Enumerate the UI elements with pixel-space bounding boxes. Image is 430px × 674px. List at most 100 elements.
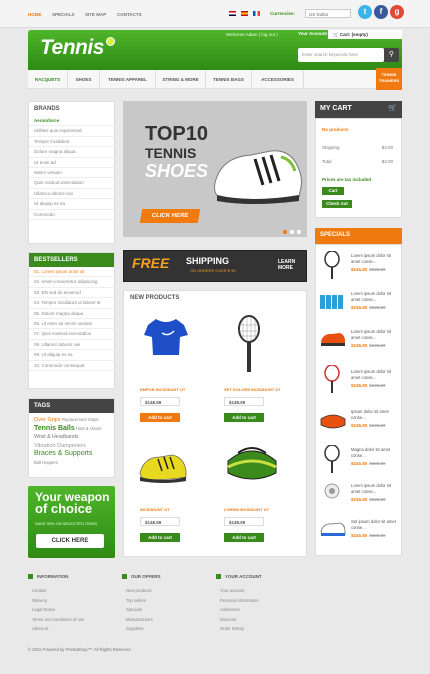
footer-link-offers[interactable]: Specials (126, 607, 142, 612)
special-desc[interactable]: Lorem ipsum dolor sit amet conse... (351, 329, 399, 340)
search-button[interactable]: ⚲ (384, 48, 399, 62)
special-desc[interactable]: Ipsum dolor sit amet conse... (351, 409, 399, 420)
bestseller-item[interactable]: 04. Tempor incididunt ut labore et (29, 298, 114, 309)
header-cart[interactable]: 🛒 Cart: (empty) (328, 30, 402, 39)
special-racquet-image-3[interactable] (322, 445, 342, 473)
brand-item[interactable]: Aeroinforce (29, 116, 114, 127)
bestseller-item[interactable]: 08. Ullamco laboris nisi (29, 340, 114, 351)
footer-link-account[interactable]: Personal information (220, 598, 258, 603)
special-racquet-image-1[interactable] (322, 251, 342, 279)
footer-link-information[interactable]: Legal Notice (32, 607, 55, 612)
product-shirt-image[interactable] (144, 317, 188, 357)
free-shipping-banner[interactable]: FREE SHIPPING ON ORDERS OVER $ 99 LEARN M… (123, 250, 307, 282)
footer-link-account[interactable]: Discount (220, 617, 236, 622)
bestseller-item[interactable]: 06. Ut enim ad minim veniam (29, 319, 114, 330)
footer-link-offers[interactable]: Top sellers (126, 598, 146, 603)
footer-link-information[interactable]: About us (32, 626, 49, 631)
bestseller-item[interactable]: 01. Lorem ipsum dolor sit (29, 267, 114, 278)
special-dampener-image[interactable] (324, 483, 340, 499)
flag-fr-icon[interactable] (253, 11, 260, 16)
slider-click-here-button[interactable]: CLICK HERE (139, 209, 201, 223)
logo[interactable]: Tennis (40, 36, 104, 60)
add-to-cart-button-2[interactable]: Add to cart (224, 413, 264, 422)
facebook-icon[interactable]: f (374, 5, 388, 19)
product-name-1[interactable]: EMPOR INCIDIDUNT UT (140, 387, 185, 392)
tag-wrist-headbands[interactable]: Wrist & Headbands (34, 434, 79, 440)
nav-tennis-bags[interactable]: TENNIS BAGS (206, 70, 252, 89)
brand-item[interactable]: Commodo (29, 210, 114, 220)
special-desc[interactable]: Magna dolor sit amet conse... (351, 447, 399, 458)
special-shoe-image-2[interactable] (320, 521, 346, 537)
add-to-cart-button-4[interactable]: Add to cart (224, 533, 264, 542)
tag-tennis-balls[interactable]: Tennis Balls (34, 425, 75, 432)
product-racquet-image[interactable] (236, 315, 262, 375)
footer-link-offers[interactable]: Suppliers (126, 626, 143, 631)
tag-vibration-dampeners[interactable]: Vibration Dampeners (34, 443, 86, 449)
promo-click-here-button[interactable]: CLICK HERE (36, 534, 104, 548)
weapon-of-choice-banner[interactable]: Your weapon of choice SAVE 30% ON SELECT… (28, 486, 115, 558)
bestseller-item[interactable]: 10. Commodo consequat (29, 361, 114, 371)
slider-dot-1[interactable] (283, 230, 287, 234)
nav-shoes[interactable]: SHOES (68, 70, 100, 89)
footer-link-offers[interactable]: Manufacturers (126, 617, 153, 622)
brand-item[interactable]: Quis nostrud exercitation (29, 178, 114, 189)
top-nav-site-map[interactable]: SITE MAP (85, 12, 106, 17)
top-nav-home[interactable]: HOME (28, 12, 42, 17)
flag-en-icon[interactable] (229, 11, 236, 16)
brand-item[interactable]: Ut aliquip ex ea (29, 199, 114, 210)
nav-tennis-apparel[interactable]: TENNIS APPAREL (100, 70, 156, 89)
tag-braces-supports[interactable]: Braces & Supports (34, 450, 92, 457)
product-name-2[interactable]: SET DOLORE INCIDIDUNT UT (224, 387, 281, 392)
brand-item[interactable]: Utilities quis experiened (29, 126, 114, 137)
special-shoe-image-1[interactable] (320, 331, 346, 347)
product-name-3[interactable]: INCIDIDUNT UT (140, 507, 170, 512)
brand-item[interactable]: Ullamco laboris nisi (29, 189, 114, 200)
tag-hats-visors[interactable]: Hats & Visors (76, 426, 101, 431)
footer-link-information[interactable]: Contact (32, 588, 46, 593)
slider-dot-2[interactable] (290, 230, 294, 234)
special-desc[interactable]: Lorem ipsum dolor sit amet conse... (351, 369, 399, 380)
tag-replacement-strips[interactable]: Replacement Strips (62, 417, 99, 422)
bestseller-item[interactable]: 09. Ut aliquip ex ea (29, 350, 114, 361)
currency-select[interactable]: US Dollar (305, 9, 351, 18)
slider-dot-3[interactable] (297, 230, 301, 234)
your-account-link[interactable]: Your Account (298, 31, 327, 36)
product-shoe-image[interactable] (138, 449, 188, 485)
bestseller-item[interactable]: 07. Quis nostrud exercitation (29, 329, 114, 340)
footer-link-offers[interactable]: New products (126, 588, 152, 593)
search-input[interactable]: Enter search keywords here (298, 48, 384, 62)
bestseller-item[interactable]: 05. Dolore magna aliqua (29, 309, 114, 319)
tag-over-grips[interactable]: Over Grips (34, 417, 61, 423)
checkout-button[interactable]: Check out (322, 200, 352, 208)
footer-link-account[interactable]: Addresses (220, 607, 240, 612)
add-to-cart-button-1[interactable]: Add to cart (140, 413, 180, 422)
google-plus-icon[interactable]: g (390, 5, 404, 19)
footer-link-account[interactable]: Order history (220, 626, 244, 631)
hero-slider[interactable]: TOP10 TENNIS SHOES CLICK HERE (123, 101, 307, 237)
brand-item[interactable]: Tempor incididunt (29, 137, 114, 148)
special-desc[interactable]: Lorem ipsum dolor sit amet conse... (351, 291, 399, 302)
cart-button[interactable]: Cart (322, 187, 344, 195)
nav-string-more[interactable]: STRING & MORE (156, 70, 206, 89)
special-desc[interactable]: Set ipsum dolor sit amet conse... (351, 519, 399, 530)
nav-accessories[interactable]: ACCESSORIES (252, 70, 304, 89)
flag-es-icon[interactable] (241, 11, 248, 16)
footer-link-information[interactable]: Terms and conditions of use (32, 617, 84, 622)
top-nav-specials[interactable]: SPECIALS (52, 12, 75, 17)
special-racquet-image-2[interactable] (322, 365, 342, 393)
brand-item[interactable]: Minim veniam (29, 168, 114, 179)
learn-more-link[interactable]: LEARN MORE (278, 259, 295, 271)
footer-link-information[interactable]: Delivery (32, 598, 47, 603)
brand-item[interactable]: Ut enim ad (29, 158, 114, 168)
tag-ball-hoppers[interactable]: Ball Hoppers (34, 460, 58, 465)
brand-item[interactable]: Dolore magna aliqua (29, 147, 114, 158)
twitter-icon[interactable]: t (358, 5, 372, 19)
special-bag-image[interactable] (320, 411, 346, 429)
welcome-text[interactable]: Welcome Adam ( log out ) (226, 32, 278, 37)
special-balls-image[interactable] (320, 293, 344, 309)
special-desc[interactable]: Lorem ipsum dolor sit amet conse... (351, 483, 399, 494)
bestseller-item[interactable]: 02. Amet consectetur adipiscing (29, 277, 114, 288)
bestseller-item[interactable]: 03. Elit sed do eiusmod (29, 288, 114, 299)
special-desc[interactable]: Lorem ipsum dolor sit amet conse... (351, 253, 399, 264)
add-to-cart-button-3[interactable]: Add to cart (140, 533, 180, 542)
